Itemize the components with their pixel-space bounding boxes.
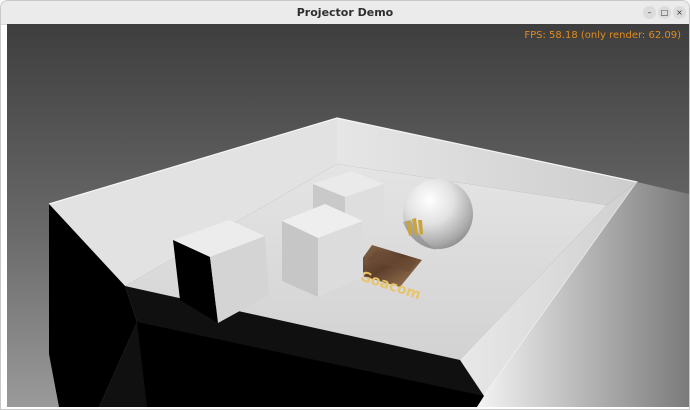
app-window: Projector Demo – □ × Goacom FPS: 58.18 (… [0,0,690,410]
fps-counter: FPS: 58.18 (only render: 62.09) [524,30,681,41]
scene-canvas[interactable]: Goacom [7,24,689,407]
render-viewport[interactable]: Goacom FPS: 58.18 (only render: 62.09) [7,24,689,407]
maximize-button[interactable]: □ [658,6,671,19]
title-bar[interactable]: Projector Demo – □ × [1,1,689,25]
minimize-button[interactable]: – [643,6,656,19]
window-title: Projector Demo [296,6,394,19]
close-button[interactable]: × [673,6,686,19]
